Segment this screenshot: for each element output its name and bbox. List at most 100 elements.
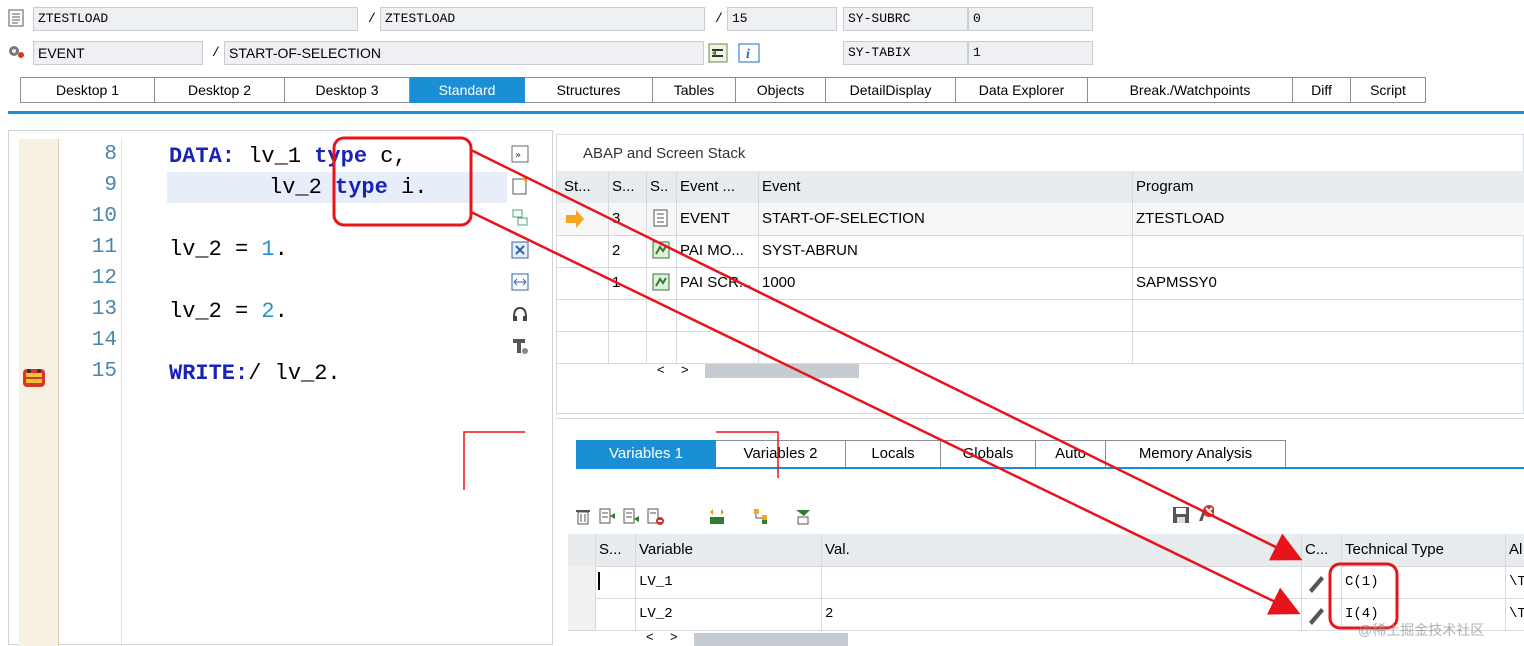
layout-icon[interactable] [511,209,529,227]
variable-name[interactable]: LV_2 [636,598,822,630]
tab-breakpoints[interactable]: Break./Watchpoints [1088,77,1293,103]
stack-level: 1 [609,267,647,299]
navigate-icon[interactable] [708,43,728,63]
scroll-thumb[interactable] [705,364,859,378]
breakpoint-gutter[interactable] [19,139,59,646]
line-number: 11 [91,236,117,259]
screen-icon [647,235,677,267]
variables-header-row: S... Variable Val. C... Technical Type A… [568,534,1524,567]
tab-data-explorer[interactable]: Data Explorer [956,77,1088,103]
tab-desktop-1[interactable]: Desktop 1 [20,77,155,103]
column-header[interactable]: C... [1302,534,1342,566]
scroll-thumb[interactable] [694,633,848,646]
row-selector[interactable] [568,566,596,598]
table-row[interactable]: 3 EVENT START-OF-SELECTION ZTESTLOAD [557,203,1524,236]
info-icon[interactable]: i [738,43,760,63]
new-page-icon[interactable] [511,177,529,195]
tab-structures[interactable]: Structures [525,77,653,103]
table-row[interactable]: 1 PAI SCR... 1000 SAPMSSY0 [557,267,1524,300]
line-number: 13 [91,298,117,321]
program-icon [647,203,677,235]
tab-desktop-2[interactable]: Desktop 2 [155,77,285,103]
close-icon[interactable]: » [511,145,529,163]
table-row[interactable]: 2 PAI MO... SYST-ABRUN [557,235,1524,268]
headset-icon[interactable] [511,305,529,323]
tab-script[interactable]: Script [1351,77,1426,103]
tab-objects[interactable]: Objects [736,77,826,103]
line-number-field[interactable]: 15 [727,7,837,31]
variable-value[interactable]: 2 [822,598,1302,630]
scroll-left-arrow[interactable]: < [657,362,665,377]
stack-scrollbar[interactable]: < > [653,362,863,379]
sysfield-name: SY-SUBRC [843,7,968,31]
text-cursor [596,566,636,598]
code-line-11: lv_2 = 1. [169,237,288,262]
column-header[interactable]: S.. [647,171,677,203]
maximize-icon[interactable] [511,241,529,259]
program-field[interactable]: ZTESTLOAD [33,7,358,31]
absolute-type: \T [1509,606,1524,622]
program-name: SAPMSSY0 [1136,274,1217,291]
code-area[interactable]: DATA: lv_1 type c, lv_2 type i. lv_2 = 1… [169,139,509,399]
table-row[interactable]: LV_1 C(1) \T [568,566,1524,599]
column-header[interactable]: Val. [822,534,1302,566]
resize-horizontal-icon[interactable] [511,273,529,291]
program-icon [8,9,24,27]
save-icon[interactable] [1172,505,1190,523]
column-header[interactable]: Program [1133,171,1524,203]
variable-name[interactable]: LV_1 [636,566,822,598]
tab-desktop-3[interactable]: Desktop 3 [285,77,410,103]
column-header[interactable]: Technical Type [1342,534,1506,566]
scroll-right-arrow[interactable]: > [670,629,678,644]
variables-scrollbar[interactable]: < > [642,629,852,646]
tab-detaildisplay[interactable]: DetailDisplay [826,77,956,103]
variables-tab-underline [576,467,1524,469]
column-header[interactable]: Variable [636,534,822,566]
column-header[interactable]: Event ... [677,171,759,203]
sysfield-value[interactable]: 0 [968,7,1093,31]
column-header[interactable]: S... [609,171,647,203]
edit-pencil-icon[interactable] [1302,598,1342,630]
tab-diff[interactable]: Diff [1293,77,1351,103]
tab-memory-analysis[interactable]: Memory Analysis [1106,440,1286,468]
technical-type: C(1) [1342,566,1506,598]
sysfield-value[interactable]: 1 [968,41,1093,65]
column-header[interactable]: Al [1506,534,1524,566]
include-field[interactable]: ZTESTLOAD [380,7,705,31]
screen-icon [647,267,677,299]
event-name: 1000 [759,267,1133,299]
empty-cell [609,331,647,363]
scroll-right-arrow[interactable]: > [681,362,689,377]
trash-icon[interactable] [574,507,592,525]
separator-slash: / [715,11,723,26]
tab-auto[interactable]: Auto [1036,440,1106,468]
table-row [557,299,1524,332]
tab-globals[interactable]: Globals [941,440,1036,468]
tab-variables-1[interactable]: Variables 1 [576,440,716,468]
row-selector[interactable] [568,598,596,630]
tab-locals[interactable]: Locals [846,440,941,468]
variable-value[interactable] [822,566,1302,598]
edit-pencil-icon[interactable] [1302,566,1342,598]
separator-slash: / [212,45,220,60]
delete-row-icon[interactable] [646,507,664,525]
empty-cell [596,598,636,630]
column-header[interactable]: Event [759,171,1133,203]
tab-tables[interactable]: Tables [653,77,736,103]
append-row-icon[interactable] [622,507,640,525]
column-header[interactable] [568,534,596,566]
scroll-left-arrow[interactable]: < [646,629,654,644]
editor-side-toolbar: » [507,139,535,379]
code-line-15: WRITE:/ lv_2. [169,361,341,386]
tab-variables-2[interactable]: Variables 2 [716,440,846,468]
tools-icon[interactable] [511,337,529,355]
tab-standard[interactable]: Standard [410,77,525,103]
column-header[interactable]: S... [596,534,636,566]
delete-variable-icon[interactable] [1196,503,1214,521]
variables-tabstrip: Variables 1 Variables 2 Locals Globals A… [576,440,1286,468]
hierarchy-icon[interactable] [752,507,770,525]
column-header[interactable]: St... [561,171,609,203]
insert-row-icon[interactable] [598,507,616,525]
filter-icon[interactable] [794,507,812,525]
sort-icon[interactable] [708,507,726,525]
